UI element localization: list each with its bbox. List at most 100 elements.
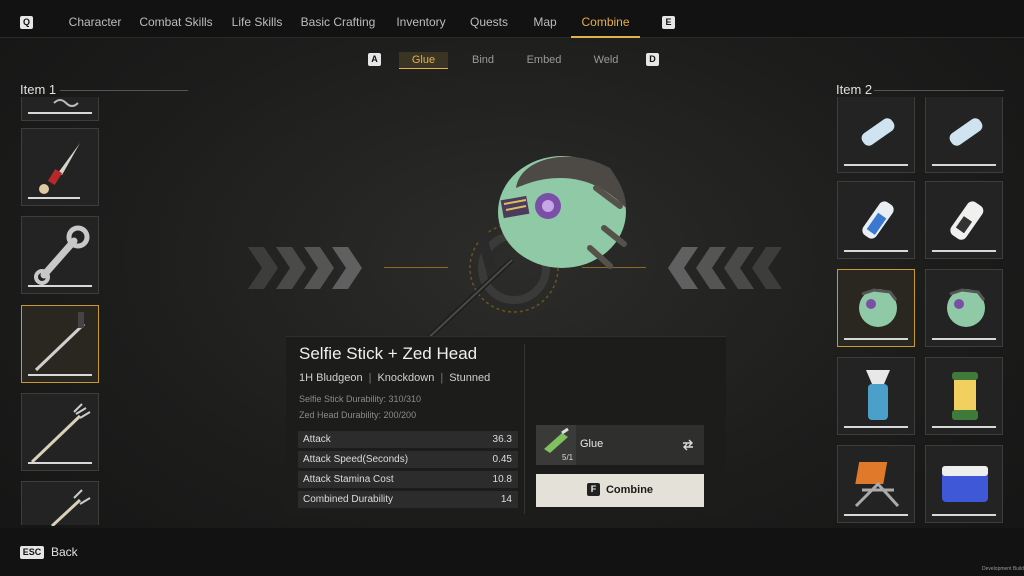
subtab-weld[interactable]: Weld: [586, 52, 626, 68]
material-count: 5/1: [562, 453, 574, 462]
combine-key: F: [586, 482, 600, 496]
bottom-bar: [0, 528, 1024, 576]
subtab-embed[interactable]: Embed: [522, 52, 566, 68]
tab-character[interactable]: Character: [62, 0, 128, 36]
combined-item-preview: [422, 156, 627, 344]
tab-basic-crafting[interactable]: Basic Crafting: [300, 0, 376, 36]
item2-slot-cooler[interactable]: [925, 445, 1003, 523]
stat-row-attack: Attack 36.3: [298, 431, 518, 448]
durability-line-2: Zed Head Durability: 200/200: [299, 410, 417, 420]
durability-bar: [844, 514, 908, 516]
item1-heading: Item 1: [20, 82, 57, 97]
durability-bar: [844, 338, 908, 340]
tag-effect-1: Knockdown: [377, 372, 435, 384]
item2-slot-zed-head[interactable]: [925, 269, 1003, 347]
durability-bar: [932, 514, 996, 516]
left-chevrons-decoration: [668, 247, 782, 289]
subtab-glue[interactable]: Glue: [399, 52, 448, 69]
stat-value: 10.8: [492, 474, 512, 485]
durability-bar: [932, 164, 996, 166]
item2-heading: Item 2: [836, 82, 873, 97]
water-bottle-icon: [949, 118, 983, 146]
combine-label: Combine: [605, 484, 654, 496]
durability-line-1: Selfie Stick Durability: 310/310: [299, 394, 422, 404]
stat-label: Attack Stamina Cost: [303, 474, 394, 485]
tab-quests[interactable]: Quests: [466, 0, 512, 36]
item1-slot-selfie-stick[interactable]: [21, 305, 99, 383]
glue-tube-icon: [544, 427, 569, 453]
item2-heading-line: [874, 90, 1004, 91]
durability-bar: [28, 374, 92, 376]
swap-icon[interactable]: [682, 439, 694, 451]
back-button[interactable]: Back: [51, 545, 78, 559]
rope-icon: [53, 99, 79, 107]
result-tags: 1H Bludgeon | Knockdown | Stunned: [299, 372, 491, 384]
stat-label: Attack Speed(Seconds): [303, 454, 409, 465]
tag-effect-2: Stunned: [449, 372, 491, 384]
prev-tab-key[interactable]: Q: [20, 16, 33, 29]
item2-slot-water-3[interactable]: [837, 181, 915, 259]
item1-slot-pitchfork[interactable]: [21, 393, 99, 471]
item1-heading-line: [60, 90, 188, 91]
stat-value: 0.45: [492, 454, 512, 465]
stat-label: Combined Durability: [303, 494, 394, 505]
durability-bar: [28, 197, 80, 199]
back-key[interactable]: ESC: [20, 546, 44, 559]
result-item-name: Selfie Stick + Zed Head: [299, 344, 478, 363]
right-chevrons-decoration: [248, 247, 362, 289]
item2-slot-water-1[interactable]: [837, 97, 915, 173]
durability-bar: [28, 462, 92, 464]
item2-slot-zed-head-selected[interactable]: [837, 269, 915, 347]
cooler-icon: [942, 466, 988, 502]
durability-bar: [844, 426, 908, 428]
knife-icon: [39, 143, 80, 194]
lantern-icon: [952, 372, 978, 420]
item1-slot-pitchfork-2[interactable]: [21, 481, 99, 526]
durability-bar: [28, 285, 92, 287]
durability-bar: [932, 426, 996, 428]
zed-head-icon: [859, 288, 898, 327]
durability-bar: [28, 112, 92, 114]
water-bottle-icon: [862, 201, 894, 239]
next-subtab-key[interactable]: D: [646, 53, 659, 66]
stat-row-attack-speed: Attack Speed(Seconds) 0.45: [298, 451, 518, 468]
item2-slot-milk[interactable]: [925, 181, 1003, 259]
item2-slot-folding-chair[interactable]: [837, 445, 915, 523]
stat-value: 36.3: [492, 434, 512, 445]
stat-value: 14: [500, 494, 512, 505]
selfie-stick-icon: [34, 312, 86, 372]
pitchfork-icon: [50, 489, 91, 526]
item1-slot-knife[interactable]: [21, 128, 99, 206]
tab-combine[interactable]: Combine: [571, 0, 640, 38]
build-label: Development Build: [982, 566, 1024, 572]
item2-slot-lantern[interactable]: [925, 357, 1003, 435]
tab-life-skills[interactable]: Life Skills: [226, 0, 288, 36]
item2-slot-water-2[interactable]: [925, 97, 1003, 173]
panel-divider: [524, 344, 525, 514]
water-bottle-icon: [861, 118, 895, 146]
tab-combat-skills[interactable]: Combat Skills: [138, 0, 214, 36]
durability-bar: [844, 250, 908, 252]
stat-label: Attack: [303, 434, 331, 445]
top-navigation: Q Character Combat Skills Life Skills Ba…: [0, 0, 1024, 38]
item2-slot-water-filter[interactable]: [837, 357, 915, 435]
durability-bar: [932, 250, 996, 252]
folding-chair-icon: [854, 462, 900, 508]
durability-bar: [932, 338, 996, 340]
item1-slot-wrench[interactable]: [21, 216, 99, 294]
material-selector[interactable]: 5/1 Glue: [536, 425, 704, 465]
pitchfork-icon: [30, 403, 91, 464]
next-tab-key[interactable]: E: [662, 16, 675, 29]
zed-head-icon: [947, 288, 986, 327]
material-icon-box: 5/1: [536, 425, 576, 465]
tag-weapon-type: 1H Bludgeon: [299, 372, 363, 384]
combine-button[interactable]: F Combine: [536, 474, 704, 507]
subtab-bind[interactable]: Bind: [462, 52, 504, 68]
item1-slot-rope[interactable]: [21, 97, 99, 121]
tab-map[interactable]: Map: [528, 0, 562, 36]
water-filter-icon: [866, 370, 890, 420]
stat-row-stamina-cost: Attack Stamina Cost 10.8: [298, 471, 518, 488]
prev-subtab-key[interactable]: A: [368, 53, 381, 66]
tab-inventory[interactable]: Inventory: [392, 0, 450, 36]
stat-row-durability: Combined Durability 14: [298, 491, 518, 508]
